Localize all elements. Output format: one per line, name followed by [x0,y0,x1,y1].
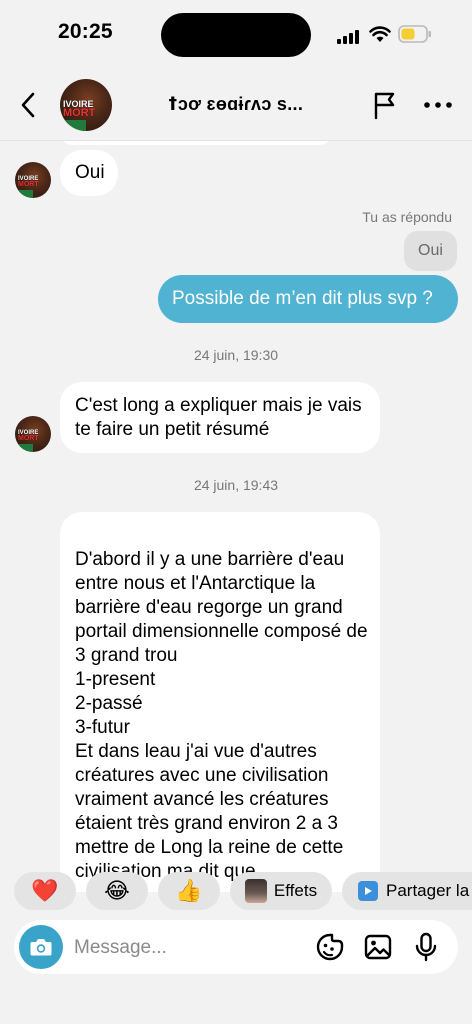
message-bubble-incoming[interactable]: D'abord il y a une barrière d'eau entre … [60,512,380,892]
contact-avatar[interactable]: IVOIRE MORT [60,79,112,131]
back-button[interactable] [14,89,42,121]
camera-button[interactable] [19,925,63,969]
sticker-icon[interactable] [314,931,346,963]
message-text: Oui [75,162,105,183]
status-bar: 20:25 [0,0,472,70]
chevron-left-icon [21,92,35,118]
quick-replies-bar: ❤️ 😂 👍 Effets Partager la [0,872,472,912]
dynamic-island [161,13,311,57]
heart-icon: ❤️ [31,878,59,903]
sender-avatar[interactable]: IVOIRE MORT [15,416,51,452]
avatar-text-bottom: MORT [63,106,96,119]
status-time: 20:25 [58,20,113,43]
effects-button[interactable]: Effets [230,872,332,910]
message-composer [14,920,458,974]
laugh-reaction-button[interactable]: 😂 [86,872,148,910]
heart-reaction-button[interactable]: ❤️ [14,872,76,910]
thumbs-up-icon: 👍 [175,878,203,903]
message-text: D'abord il y a une barrière d'eau entre … [75,549,368,882]
wifi-icon [369,26,391,42]
effects-label: Effets [273,881,318,900]
timestamp: 24 juin, 19:30 [193,347,279,363]
chat-screen: 20:25 IVOIRE MORT ꝉɔơ ɛɵɑɨɾʌɔ s... IVOIR… [0,0,472,1024]
quoted-reply-text: Oui [418,242,443,259]
camera-icon [30,939,52,956]
laughing-face-icon: 😂 [104,878,130,903]
contact-name[interactable]: ꝉɔơ ɛɵɑɨɾʌɔ s... [168,94,303,115]
message-bubble-incoming[interactable]: C'est long a expliquer mais je vais te f… [60,382,380,453]
message-text: Possible de m’en dit plus svp ? [172,288,433,309]
chat-header: IVOIRE MORT ꝉɔơ ɛɵɑɨɾʌɔ s... [0,70,472,141]
thumbs-up-reaction-button[interactable]: 👍 [158,872,220,910]
microphone-icon[interactable] [410,931,442,963]
message-text: C'est long a expliquer mais je vais te f… [75,395,362,440]
message-bubble-incoming[interactable]: Oui [60,150,118,196]
play-icon [358,881,378,901]
share-label: Partager la [386,881,470,900]
more-options-icon[interactable] [422,98,454,112]
quoted-reply-bubble[interactable]: Oui [404,231,457,271]
message-bubble-outgoing[interactable]: Possible de m’en dit plus svp ? [158,275,458,323]
message-input[interactable] [72,930,286,966]
sender-avatar[interactable]: IVOIRE MORT [15,162,51,198]
effects-thumbnail [244,879,267,903]
image-icon[interactable] [362,931,394,963]
reply-note: Tu as répondu [362,209,452,225]
battery-icon [398,25,431,43]
share-button[interactable]: Partager la [342,872,472,910]
signal-icon [337,28,361,44]
flag-icon[interactable] [369,89,401,121]
timestamp: 24 juin, 19:43 [193,477,279,493]
